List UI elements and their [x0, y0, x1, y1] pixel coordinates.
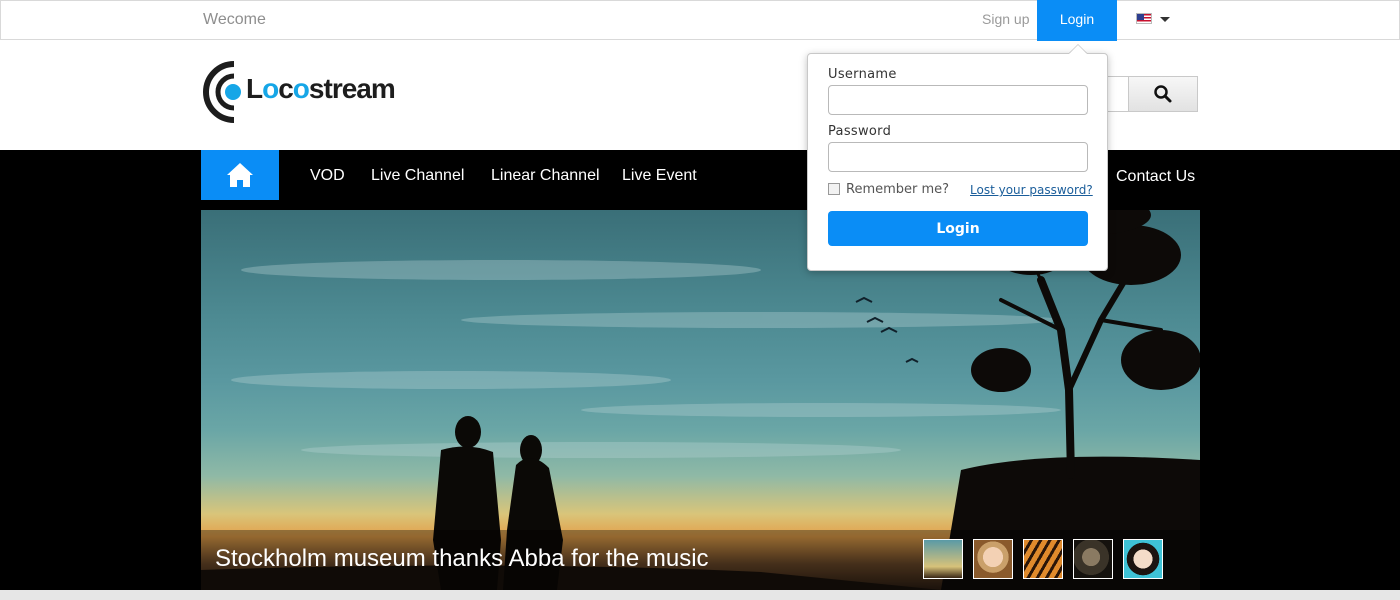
nav-vod[interactable]: VOD: [310, 167, 345, 185]
nav-linear-channel[interactable]: Linear Channel: [491, 167, 600, 185]
signup-link[interactable]: Sign up: [982, 11, 1029, 27]
home-icon: [227, 163, 253, 187]
panel-pointer-inner: [1069, 45, 1087, 54]
remember-me-checkbox[interactable]: [828, 183, 840, 195]
login-tab[interactable]: Login: [1037, 0, 1117, 41]
logo-text: Locostream: [246, 73, 396, 104]
username-label: Username: [828, 67, 897, 82]
username-field[interactable]: [828, 85, 1088, 115]
nav-contact-us[interactable]: Contact Us: [1116, 168, 1195, 186]
woman-thumbnail[interactable]: [973, 539, 1013, 579]
search-button[interactable]: [1128, 76, 1198, 112]
password-field[interactable]: [828, 142, 1088, 172]
welcome-text: Wecome: [203, 11, 266, 28]
us-flag-icon: [1136, 13, 1152, 24]
footer-strip: [0, 590, 1400, 600]
remember-me-label[interactable]: Remember me?: [846, 182, 949, 197]
logo[interactable]: Locostream: [202, 60, 427, 124]
couple-thumbnail[interactable]: [923, 539, 963, 579]
login-submit-button[interactable]: Login: [828, 211, 1088, 246]
language-selector[interactable]: [1136, 13, 1176, 27]
portrait-thumbnail[interactable]: [1123, 539, 1163, 579]
password-label: Password: [828, 124, 892, 139]
search-icon: [1154, 85, 1172, 103]
nav-live-channel[interactable]: Live Channel: [371, 167, 464, 185]
tiger-thumbnail[interactable]: [1023, 539, 1063, 579]
slide-caption[interactable]: Stockholm museum thanks Abba for the mus…: [215, 545, 709, 573]
lost-password-link[interactable]: Lost your password?: [970, 183, 1093, 197]
login-dropdown: Username Password Remember me? Lost your…: [807, 53, 1108, 271]
nav-live-event[interactable]: Live Event: [622, 167, 697, 185]
actor-thumbnail[interactable]: [1073, 539, 1113, 579]
top-bar: Wecome Sign up Login: [0, 0, 1400, 41]
chevron-down-icon: [1160, 17, 1170, 22]
home-button[interactable]: [201, 150, 279, 200]
